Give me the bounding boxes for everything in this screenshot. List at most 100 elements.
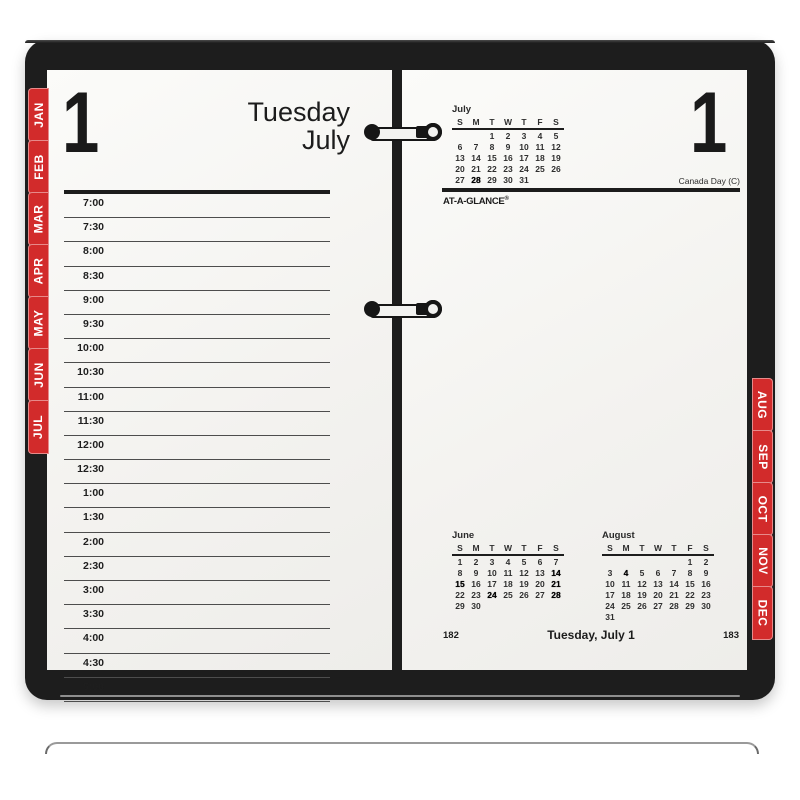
mini-calendar-day[interactable]: 8 [682,567,698,578]
schedule-slot[interactable]: 7:30 [64,218,330,243]
schedule-slot[interactable]: 9:00 [64,291,330,315]
mini-calendar-day[interactable]: 21 [666,589,682,600]
schedule-slot[interactable]: 1:00 [64,484,330,509]
mini-calendar-day[interactable]: 23 [468,589,484,600]
mini-calendar-day[interactable]: 19 [634,589,650,600]
schedule-slot[interactable]: 3:00 [64,581,330,606]
schedule-slot[interactable]: 2:00 [64,533,330,557]
mini-calendar-day[interactable]: 18 [500,578,516,589]
mini-calendar-day[interactable]: 10 [602,578,618,589]
mini-calendar-day[interactable]: 20 [452,163,468,174]
mini-calendar-day[interactable]: 27 [532,589,548,600]
mini-calendar-day[interactable]: 30 [698,600,714,611]
schedule-slot[interactable]: 7:00 [64,194,330,219]
schedule-slot[interactable]: 3:30 [64,605,330,630]
month-tab-dec[interactable]: DEC [752,586,773,640]
month-tab-aug[interactable]: AUG [752,378,773,432]
schedule-slot[interactable]: 8:00 [64,242,330,267]
mini-calendar-day[interactable]: 16 [500,152,516,163]
schedule-slot[interactable]: 10:00 [64,339,330,364]
mini-calendar-day[interactable]: 8 [452,567,468,578]
month-tab-oct[interactable]: OCT [752,482,773,536]
mini-calendar-day[interactable]: 10 [516,141,532,152]
mini-calendar-day[interactable]: 11 [500,567,516,578]
mini-calendar-day[interactable]: 17 [516,152,532,163]
mini-calendar-day[interactable]: 4 [618,567,634,578]
mini-calendar-day[interactable]: 22 [452,589,468,600]
mini-calendar-day[interactable]: 7 [666,567,682,578]
schedule-slot[interactable]: 4:30 [64,654,330,678]
mini-calendar-day[interactable]: 16 [698,578,714,589]
mini-calendar-day[interactable]: 2 [698,555,714,567]
month-tab-sep[interactable]: SEP [752,430,773,484]
mini-calendar-day[interactable]: 4 [500,555,516,567]
mini-calendar-day[interactable]: 9 [468,567,484,578]
month-tab-mar[interactable]: MAR [28,192,49,246]
mini-calendar-day[interactable]: 13 [532,567,548,578]
mini-calendar-day[interactable]: 2 [500,129,516,141]
mini-calendar-day[interactable]: 17 [602,589,618,600]
mini-calendar-day[interactable]: 6 [532,555,548,567]
mini-calendar-day[interactable]: 5 [548,129,564,141]
mini-calendar-day[interactable]: 6 [650,567,666,578]
mini-calendar-day[interactable]: 9 [500,141,516,152]
mini-calendar-day[interactable]: 18 [618,589,634,600]
schedule-slot[interactable]: 10:30 [64,363,330,388]
mini-calendar-day[interactable]: 26 [634,600,650,611]
mini-calendar-day[interactable]: 15 [452,578,468,589]
binder-ring-bottom[interactable] [364,300,442,318]
mini-calendar-day[interactable]: 23 [698,589,714,600]
mini-calendar-day[interactable]: 14 [548,567,564,578]
mini-calendar-day[interactable]: 31 [602,611,618,622]
mini-calendar-day[interactable]: 28 [548,589,564,600]
mini-calendar-day[interactable]: 24 [516,163,532,174]
mini-calendar-day[interactable]: 12 [548,141,564,152]
schedule-slot[interactable]: 2:30 [64,557,330,581]
mini-calendar-day[interactable]: 20 [532,578,548,589]
mini-calendar-day[interactable]: 1 [452,555,468,567]
month-tab-jun[interactable]: JUN [28,348,49,402]
mini-calendar-day[interactable]: 3 [602,567,618,578]
mini-calendar-day[interactable]: 22 [484,163,500,174]
mini-calendar-day[interactable]: 27 [650,600,666,611]
mini-calendar-day[interactable]: 25 [618,600,634,611]
month-tab-may[interactable]: MAY [28,296,49,350]
mini-calendar-day[interactable]: 23 [500,163,516,174]
binder-ring-top[interactable] [364,123,442,141]
mini-calendar-day[interactable]: 7 [548,555,564,567]
mini-calendar-day[interactable]: 5 [634,567,650,578]
mini-calendar-day[interactable]: 11 [532,141,548,152]
schedule-slot[interactable]: 12:30 [64,460,330,485]
mini-calendar-day[interactable]: 18 [532,152,548,163]
mini-calendar-day[interactable]: 26 [516,589,532,600]
mini-calendar-day[interactable]: 12 [516,567,532,578]
month-tab-apr[interactable]: APR [28,244,49,298]
month-tab-nov[interactable]: NOV [752,534,773,588]
schedule-slot[interactable]: 8:30 [64,267,330,291]
mini-calendar-day[interactable]: 26 [548,163,564,174]
schedule-slot[interactable]: 5:00 [64,678,330,702]
mini-calendar-day[interactable]: 21 [468,163,484,174]
schedule-slot[interactable]: 9:30 [64,315,330,340]
schedule-slot[interactable]: 11:30 [64,412,330,436]
mini-calendar-day[interactable]: 22 [682,589,698,600]
mini-calendar-day[interactable]: 2 [468,555,484,567]
mini-calendar-day[interactable]: 4 [532,129,548,141]
mini-calendar-day[interactable]: 24 [484,589,500,600]
month-tab-feb[interactable]: FEB [28,140,49,194]
mini-calendar-day[interactable]: 8 [484,141,500,152]
mini-calendar-day[interactable]: 1 [682,555,698,567]
mini-calendar-day[interactable]: 16 [468,578,484,589]
mini-calendar-day[interactable]: 28 [666,600,682,611]
mini-calendar-day[interactable]: 7 [468,141,484,152]
mini-calendar-day[interactable]: 10 [484,567,500,578]
mini-calendar-day[interactable]: 6 [452,141,468,152]
schedule-slot[interactable]: 12:00 [64,436,330,461]
mini-calendar-day[interactable]: 17 [484,578,500,589]
mini-calendar-day[interactable]: 11 [618,578,634,589]
mini-calendar-day[interactable]: 13 [452,152,468,163]
mini-calendar-day[interactable]: 20 [650,589,666,600]
schedule-slot[interactable]: 4:00 [64,629,330,654]
mini-calendar-day[interactable]: 14 [468,152,484,163]
mini-calendar-day[interactable]: 25 [500,589,516,600]
